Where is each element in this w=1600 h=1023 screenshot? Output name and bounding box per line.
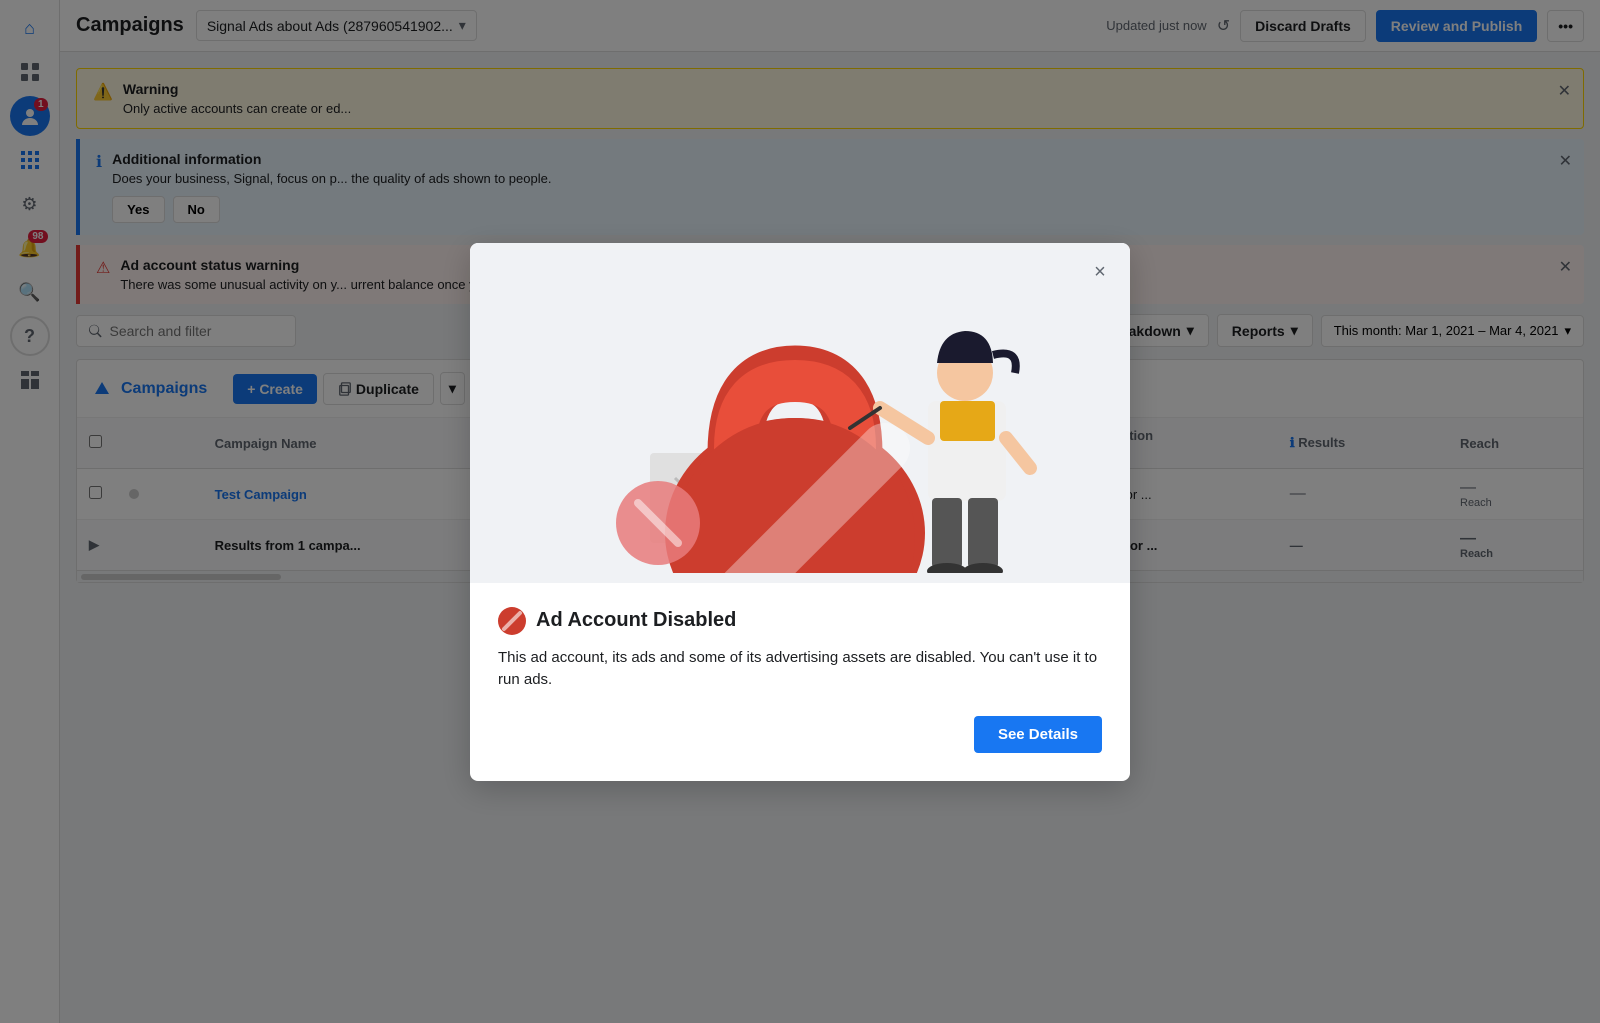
modal-footer: See Details (498, 716, 1102, 753)
modal: × (470, 243, 1130, 781)
modal-description: This ad account, its ads and some of its… (498, 647, 1102, 692)
modal-illustration-svg (510, 253, 1090, 573)
disabled-lock-icon (498, 607, 526, 635)
modal-overlay[interactable]: × (0, 0, 1600, 1023)
modal-body: Ad Account Disabled This ad account, its… (470, 583, 1130, 781)
modal-title-row: Ad Account Disabled (498, 607, 1102, 635)
see-details-button[interactable]: See Details (974, 716, 1102, 753)
modal-illustration: × (470, 243, 1130, 583)
modal-title: Ad Account Disabled (536, 609, 736, 632)
modal-close-button[interactable]: × (1084, 257, 1116, 289)
